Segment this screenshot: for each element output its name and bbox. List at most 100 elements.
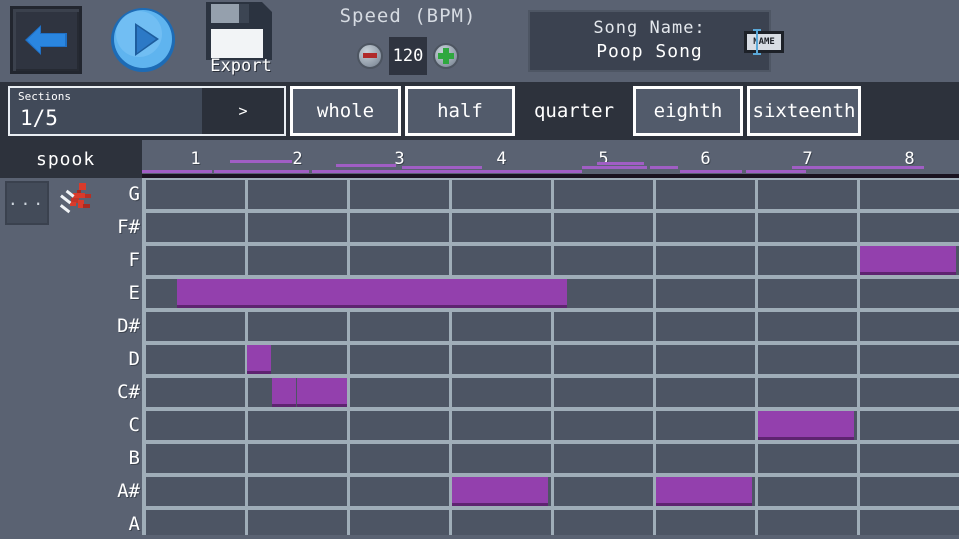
grid-cell[interactable]: [656, 312, 755, 341]
grid-cell[interactable]: [452, 180, 551, 209]
grid-cell[interactable]: [860, 312, 959, 341]
grid-cell[interactable]: [554, 477, 653, 506]
note-block-F[interactable]: [860, 246, 956, 275]
bpm-value[interactable]: 120: [389, 37, 427, 75]
note-block-Asharp[interactable]: [656, 477, 752, 506]
grid-cell[interactable]: [656, 279, 755, 308]
grid-cell[interactable]: [758, 444, 857, 473]
speed-decrease-button[interactable]: [357, 43, 383, 69]
grid-cell[interactable]: [452, 378, 551, 407]
grid-cell[interactable]: [554, 180, 653, 209]
grid-cell[interactable]: [758, 378, 857, 407]
export-button[interactable]: Export: [198, 2, 284, 80]
grid-cell[interactable]: [350, 378, 449, 407]
grid-cell[interactable]: [656, 378, 755, 407]
grid-cell[interactable]: [554, 213, 653, 242]
grid-cell[interactable]: [146, 213, 245, 242]
grid-cell[interactable]: [452, 444, 551, 473]
grid-cell[interactable]: [758, 312, 857, 341]
note-block-C[interactable]: [758, 411, 854, 440]
grid-cell[interactable]: [146, 444, 245, 473]
grid-cell[interactable]: [350, 213, 449, 242]
grid-cell[interactable]: [554, 444, 653, 473]
grid-cell[interactable]: [656, 444, 755, 473]
grid-cell[interactable]: [452, 213, 551, 242]
grid-cell[interactable]: [554, 279, 653, 308]
grid-cell[interactable]: [452, 312, 551, 341]
note-block-Csharp[interactable]: [297, 378, 347, 407]
grid-cell[interactable]: [860, 213, 959, 242]
grid-cell[interactable]: [758, 477, 857, 506]
track-header: spook 12345678: [0, 140, 959, 178]
grid-cell[interactable]: [248, 477, 347, 506]
rename-song-button[interactable]: NAME: [744, 31, 784, 53]
grid-cell[interactable]: [656, 180, 755, 209]
grid-cell[interactable]: [758, 279, 857, 308]
grid-cell[interactable]: [860, 345, 959, 374]
grid-cell[interactable]: [860, 180, 959, 209]
grid-cell[interactable]: [350, 444, 449, 473]
grid-cell[interactable]: [350, 345, 449, 374]
grid-cell[interactable]: [350, 477, 449, 506]
running-figure-icon[interactable]: [58, 180, 98, 228]
note-length-half[interactable]: half: [405, 86, 515, 136]
grid-cell[interactable]: [248, 246, 347, 275]
grid-cell[interactable]: [860, 444, 959, 473]
grid-cell[interactable]: [248, 213, 347, 242]
grid-cell[interactable]: [452, 345, 551, 374]
play-button[interactable]: [105, 8, 181, 76]
note-grid[interactable]: [142, 178, 959, 539]
grid-cell[interactable]: [758, 180, 857, 209]
grid-cell[interactable]: [350, 411, 449, 440]
note-block-D[interactable]: [247, 345, 271, 374]
sections-next-button[interactable]: >: [202, 88, 284, 134]
grid-cell[interactable]: [656, 213, 755, 242]
song-name-label: Song Name:: [530, 18, 769, 38]
grid-cell[interactable]: [554, 411, 653, 440]
grid-cell[interactable]: [656, 411, 755, 440]
grid-cell[interactable]: [248, 411, 347, 440]
grid-cell[interactable]: [860, 411, 959, 440]
grid-cell[interactable]: [248, 180, 347, 209]
note-length-whole[interactable]: whole: [290, 86, 401, 136]
back-button[interactable]: [10, 6, 82, 74]
grid-cell[interactable]: [656, 246, 755, 275]
grid-cell[interactable]: [554, 312, 653, 341]
note-length-eighth[interactable]: eighth: [633, 86, 743, 136]
grid-cell[interactable]: [758, 246, 857, 275]
grid-cell[interactable]: [452, 411, 551, 440]
grid-cell[interactable]: [146, 345, 245, 374]
grid-cell[interactable]: [248, 444, 347, 473]
speed-increase-button[interactable]: [433, 43, 459, 69]
grid-cell[interactable]: [146, 180, 245, 209]
grid-cell[interactable]: [146, 246, 245, 275]
note-block-Csharp[interactable]: [272, 378, 296, 407]
grid-cell[interactable]: [146, 411, 245, 440]
grid-cell[interactable]: [554, 378, 653, 407]
grid-cell[interactable]: [554, 246, 653, 275]
grid-cell[interactable]: [860, 279, 959, 308]
note-block-E[interactable]: [177, 279, 567, 308]
grid-cell[interactable]: [248, 312, 347, 341]
grid-cell[interactable]: [350, 312, 449, 341]
grid-cell[interactable]: [350, 180, 449, 209]
grid-cell[interactable]: [146, 477, 245, 506]
ruler-beat-2: 2: [292, 149, 302, 169]
note-label-B: B: [129, 447, 140, 469]
grid-cell[interactable]: [452, 246, 551, 275]
grid-cell[interactable]: [554, 345, 653, 374]
note-length-quarter[interactable]: quarter: [519, 86, 629, 136]
more-options-button[interactable]: ...: [5, 181, 49, 225]
grid-cell[interactable]: [860, 477, 959, 506]
grid-cell[interactable]: [860, 378, 959, 407]
grid-cell[interactable]: [758, 213, 857, 242]
ruler-segment: [312, 170, 582, 173]
grid-cell[interactable]: [146, 378, 245, 407]
grid-cell[interactable]: [350, 246, 449, 275]
grid-cell[interactable]: [758, 345, 857, 374]
grid-cell[interactable]: [146, 312, 245, 341]
note-block-Asharp[interactable]: [452, 477, 548, 506]
grid-cell[interactable]: [656, 345, 755, 374]
instrument-tab-spook[interactable]: spook: [0, 140, 142, 178]
note-length-sixteenth[interactable]: sixteenth: [747, 86, 861, 136]
